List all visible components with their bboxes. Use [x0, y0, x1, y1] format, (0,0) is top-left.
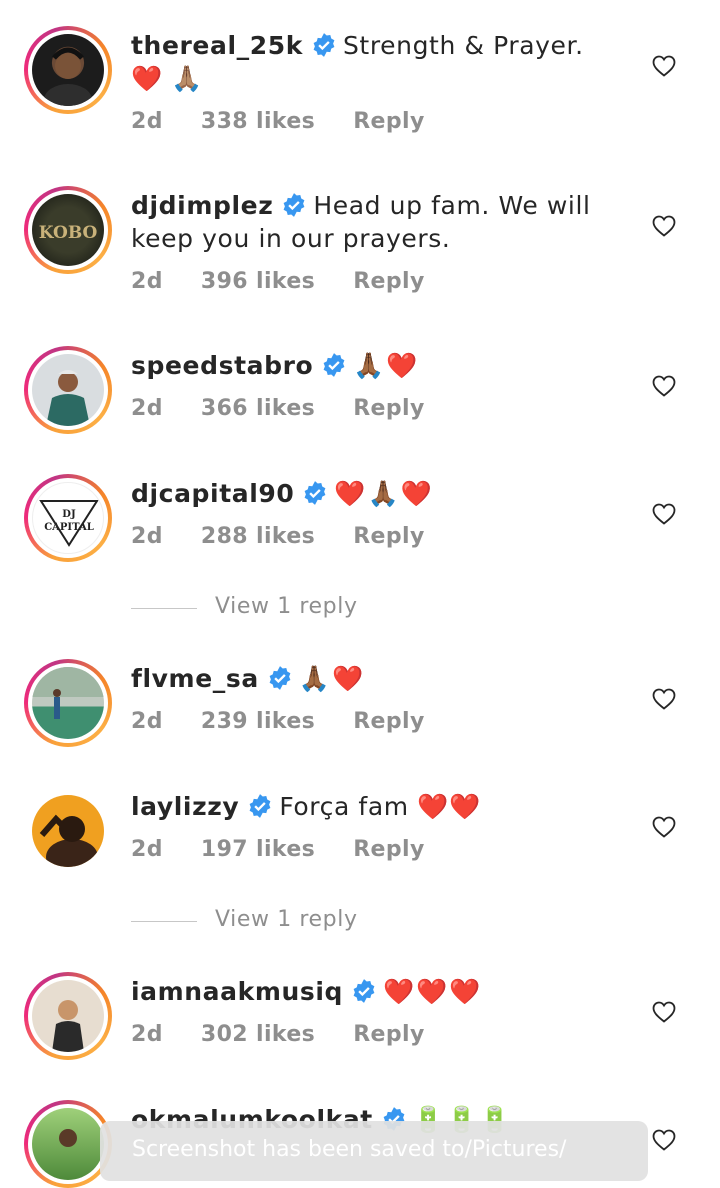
avatar[interactable]: KOBO	[24, 186, 112, 274]
view-replies-label: View 1 reply	[215, 907, 358, 932]
avatar[interactable]	[24, 787, 112, 875]
avatar-photo	[59, 1129, 77, 1147]
svg-text:CAPITAL: CAPITAL	[44, 522, 94, 533]
heart-outline-icon[interactable]	[652, 215, 676, 237]
view-replies-button[interactable]: View 1 reply	[131, 594, 431, 624]
reply-button[interactable]: Reply	[353, 396, 425, 421]
comment-username[interactable]: iamnaakmusiq	[131, 977, 343, 1006]
comment-username[interactable]: speedstabro	[131, 351, 313, 380]
heart-outline-icon[interactable]	[652, 1129, 676, 1151]
verified-badge-icon	[283, 193, 305, 217]
avatar-logo: KOBO	[39, 223, 98, 243]
comment-text: 🙏🏾❤️	[353, 351, 420, 380]
avatar-logo: DJ CAPITAL	[39, 500, 99, 547]
heart-outline-icon[interactable]	[652, 688, 676, 710]
comment-time: 2d	[131, 837, 163, 862]
avatar[interactable]	[24, 26, 112, 114]
comment-text: ❤️🙏🏾❤️	[334, 479, 434, 508]
divider	[131, 921, 197, 922]
comment-username[interactable]: flvme_sa	[131, 664, 259, 693]
verified-badge-icon	[353, 979, 375, 1003]
comment-username[interactable]: thereal_25k	[131, 31, 303, 60]
avatar[interactable]: DJ CAPITAL	[24, 474, 112, 562]
verified-badge-icon	[305, 481, 326, 505]
reply-button[interactable]: Reply	[353, 524, 425, 549]
heart-outline-icon[interactable]	[652, 503, 676, 525]
avatar-photo	[52, 1000, 84, 1052]
reply-button[interactable]: Reply	[353, 1022, 425, 1047]
comment-likes[interactable]: 239 likes	[201, 709, 315, 734]
reply-button[interactable]: Reply	[353, 837, 425, 862]
heart-outline-icon[interactable]	[652, 816, 676, 838]
avatar-photo	[46, 370, 90, 426]
heart-outline-icon[interactable]	[652, 375, 676, 397]
avatar-photo	[32, 667, 104, 719]
comment-time: 2d	[131, 1022, 163, 1047]
reply-button[interactable]: Reply	[353, 109, 425, 134]
verified-badge-icon	[323, 353, 345, 377]
comment-likes[interactable]: 366 likes	[201, 396, 315, 421]
avatar[interactable]	[24, 1100, 112, 1188]
comment-time: 2d	[131, 269, 163, 294]
avatar[interactable]	[24, 972, 112, 1060]
comment-time: 2d	[131, 709, 163, 734]
verified-badge-icon	[249, 794, 271, 818]
avatar-photo	[44, 47, 92, 106]
comment-username[interactable]: laylizzy	[131, 792, 239, 821]
comment-text: ❤️❤️❤️	[383, 977, 483, 1006]
comment-likes[interactable]: 396 likes	[201, 269, 315, 294]
verified-badge-icon	[269, 666, 291, 690]
divider	[131, 608, 197, 609]
comment-likes[interactable]: 302 likes	[201, 1022, 315, 1047]
svg-text:DJ: DJ	[62, 509, 76, 520]
reply-button[interactable]: Reply	[353, 709, 425, 734]
heart-outline-icon[interactable]	[652, 1001, 676, 1023]
view-replies-label: View 1 reply	[215, 594, 358, 619]
comment-username[interactable]: djdimplez	[131, 191, 273, 220]
verified-badge-icon	[313, 33, 335, 57]
avatar-photo	[39, 814, 98, 867]
avatar[interactable]	[24, 346, 112, 434]
svg-text:KOBO: KOBO	[39, 223, 98, 243]
comment-text: Força fam ❤️❤️	[279, 792, 481, 821]
view-replies-button[interactable]: View 1 reply	[131, 907, 431, 937]
reply-button[interactable]: Reply	[353, 269, 425, 294]
comment-likes[interactable]: 197 likes	[201, 837, 315, 862]
toast-message: Screenshot has been saved to/Pictures/	[132, 1137, 567, 1162]
comment-text: 🙏🏾❤️	[298, 664, 366, 693]
comment-time: 2d	[131, 396, 163, 421]
screenshot-toast: Screenshot has been saved to/Pictures/	[100, 1121, 648, 1181]
avatar[interactable]	[24, 659, 112, 747]
comment-time: 2d	[131, 524, 163, 549]
heart-outline-icon[interactable]	[652, 55, 676, 77]
comment-time: 2d	[131, 109, 163, 134]
comment-username[interactable]: djcapital90	[131, 479, 294, 508]
comment-likes[interactable]: 288 likes	[201, 524, 315, 549]
comment-likes[interactable]: 338 likes	[201, 109, 315, 134]
